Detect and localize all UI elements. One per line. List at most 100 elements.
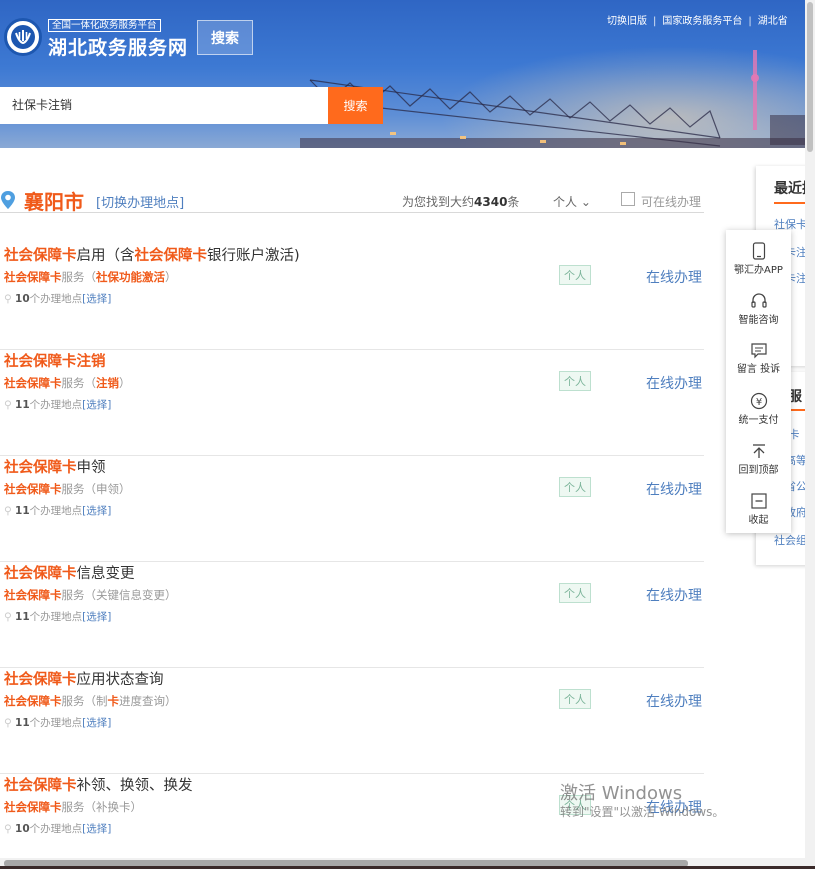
handling-places: ⚲ 11个办理地点[选择]	[4, 503, 111, 518]
result-title[interactable]: 社会保障卡注销	[4, 350, 106, 371]
subtitle-text: ）	[119, 376, 131, 390]
result-row[interactable]: 社会保障卡注销 社会保障卡服务（注销） ⚲ 11个办理地点[选择] 个人 在线办理	[0, 350, 704, 456]
message-icon	[750, 343, 767, 359]
search-input[interactable]: 社保卡注销	[0, 87, 328, 124]
headset-icon	[750, 293, 767, 308]
online-handle-link[interactable]: 在线办理	[646, 267, 702, 287]
result-row[interactable]: 社会保障卡启用（含社会保障卡银行账户激活) 社会保障卡服务（社保功能激活） ⚲ 10…	[0, 244, 704, 350]
location-filter-bar: 襄阳市 [切换办理地点] 为您找到大约4340条 个人 ⌄ 可在线办理	[0, 185, 704, 214]
platform-tag: 全国一体化政务服务平台	[48, 19, 161, 32]
subtitle-text: 服务（申领）	[61, 482, 131, 496]
online-handle-link[interactable]: 在线办理	[646, 691, 702, 711]
places-count: 11	[15, 611, 30, 623]
online-only-label[interactable]: 可在线办理	[641, 193, 701, 210]
title-highlight: 社会保障卡	[134, 248, 208, 264]
float-label: 回到顶部	[738, 465, 779, 476]
result-subtitle: 社会保障卡服务（制卡进度查询）	[4, 693, 177, 709]
back-to-top-button[interactable]: 回到顶部	[726, 442, 791, 476]
result-row[interactable]: 社会保障卡信息变更 社会保障卡服务（关键信息变更） ⚲ 11个办理地点[选择] 个人 在…	[0, 562, 704, 668]
title-text: 应用状态查询	[76, 672, 164, 688]
top-nav-national-platform[interactable]: 国家政务服务平台	[662, 16, 742, 28]
places-label: 个办理地点	[29, 611, 83, 623]
subtitle-highlight: 社会保障卡	[4, 800, 62, 814]
result-title[interactable]: 社会保障卡补领、换领、换发	[4, 774, 193, 795]
handling-places: ⚲ 10个办理地点[选择]	[4, 291, 111, 306]
subtitle-highlight: 社保功能激活	[96, 270, 165, 284]
title-text: 启用（含	[76, 248, 135, 264]
places-count: 11	[15, 717, 30, 729]
result-row[interactable]: 社会保障卡应用状态查询 社会保障卡服务（制卡进度查询） ⚲ 11个办理地点[选择] 个…	[0, 668, 704, 774]
choose-place-link[interactable]: [选择]	[82, 399, 111, 411]
places-label: 个办理地点	[29, 399, 83, 411]
result-title[interactable]: 社会保障卡应用状态查询	[4, 668, 164, 689]
choose-place-link[interactable]: [选择]	[82, 505, 111, 517]
result-title[interactable]: 社会保障卡启用（含社会保障卡银行账户激活)	[4, 244, 300, 265]
places-count: 10	[15, 293, 30, 305]
bridge-banner-image	[300, 50, 815, 148]
subtitle-highlight: 社会保障卡	[4, 270, 62, 284]
message-complaint-button[interactable]: 留言 投诉	[726, 342, 791, 375]
subtitle-text: ）	[165, 270, 177, 284]
floating-toolbar: 鄂汇办APP 智能咨询 留言 投诉 ¥ 统一支付 回到顶部 收起	[726, 230, 791, 533]
title-text: 银行账户激活)	[207, 248, 300, 264]
float-label: 统一支付	[738, 415, 779, 426]
unified-payment-button[interactable]: ¥ 统一支付	[726, 392, 791, 426]
result-count-suffix: 条	[507, 195, 520, 209]
small-pin-icon: ⚲	[4, 611, 16, 623]
city-name: 襄阳市	[24, 190, 84, 214]
audience-tag: 个人	[559, 477, 591, 497]
top-nav-old-version[interactable]: 切换旧版	[607, 16, 647, 28]
places-label: 个办理地点	[29, 505, 83, 517]
small-pin-icon: ⚲	[4, 505, 16, 517]
collapse-toolbar-button[interactable]: 收起	[726, 492, 791, 526]
result-subtitle: 社会保障卡服务（社保功能激活）	[4, 269, 177, 285]
svg-text:¥: ¥	[755, 397, 761, 408]
subtitle-highlight: 社会保障卡	[4, 376, 62, 390]
site-header: 全国一体化政务服务平台 湖北政务服务网 搜索 切换旧版 | 国家政务服务平台 |…	[0, 0, 815, 148]
choose-place-link[interactable]: [选择]	[82, 717, 111, 729]
title-highlight: 社会保障卡注销	[4, 354, 106, 370]
person-filter-dropdown[interactable]: 个人 ⌄	[553, 193, 591, 210]
result-count-number: 4340	[474, 195, 508, 209]
handling-places: ⚲ 11个办理地点[选择]	[4, 397, 111, 412]
result-title[interactable]: 社会保障卡申领	[4, 456, 106, 477]
audience-tag: 个人	[559, 583, 591, 603]
smart-consult-button[interactable]: 智能咨询	[726, 292, 791, 326]
online-only-checkbox[interactable]	[621, 192, 635, 206]
audience-tag: 个人	[559, 265, 591, 285]
float-label: 留言 投诉	[736, 364, 781, 375]
result-title[interactable]: 社会保障卡信息变更	[4, 562, 135, 583]
top-nav: 切换旧版 | 国家政务服务平台 | 湖北省	[607, 16, 788, 28]
choose-place-link[interactable]: [选择]	[82, 611, 111, 623]
result-count: 为您找到大约4340条	[402, 193, 519, 210]
subtitle-text: 进度查询）	[119, 694, 177, 708]
result-count-prefix: 为您找到大约	[402, 195, 475, 209]
top-nav-province[interactable]: 湖北省	[758, 16, 788, 28]
subtitle-text: 服务（关键信息变更）	[61, 588, 177, 602]
switch-location-link[interactable]: [切换办理地点]	[96, 192, 184, 211]
handling-places: ⚲ 11个办理地点[选择]	[4, 609, 111, 624]
subtitle-highlight: 社会保障卡	[4, 694, 62, 708]
header-search-button[interactable]: 搜索	[197, 20, 253, 55]
site-logo-icon[interactable]	[4, 18, 42, 56]
result-row[interactable]: 社会保障卡申领 社会保障卡服务（申领） ⚲ 11个办理地点[选择] 个人 在线办理	[0, 456, 704, 562]
choose-place-link[interactable]: [选择]	[82, 823, 111, 835]
back-to-top-icon	[752, 444, 765, 458]
subtitle-text: 服务（	[61, 270, 97, 284]
result-subtitle: 社会保障卡服务（补换卡）	[4, 799, 142, 815]
places-count: 11	[15, 399, 30, 411]
title-highlight: 社会保障卡	[4, 566, 77, 582]
app-download-button[interactable]: 鄂汇办APP	[726, 242, 791, 276]
vertical-scroll-thumb[interactable]	[807, 2, 813, 152]
online-handle-link[interactable]: 在线办理	[646, 479, 702, 499]
title-highlight: 社会保障卡	[4, 248, 77, 264]
float-label: 收起	[748, 515, 769, 526]
vertical-scrollbar[interactable]	[805, 0, 815, 869]
choose-place-link[interactable]: [选择]	[82, 293, 111, 305]
search-button[interactable]: 搜索	[328, 87, 383, 124]
places-count: 11	[15, 505, 30, 517]
site-name[interactable]: 湖北政务服务网	[48, 33, 188, 60]
online-handle-link[interactable]: 在线办理	[646, 373, 702, 393]
online-handle-link[interactable]: 在线办理	[646, 585, 702, 605]
audience-tag: 个人	[559, 371, 591, 391]
